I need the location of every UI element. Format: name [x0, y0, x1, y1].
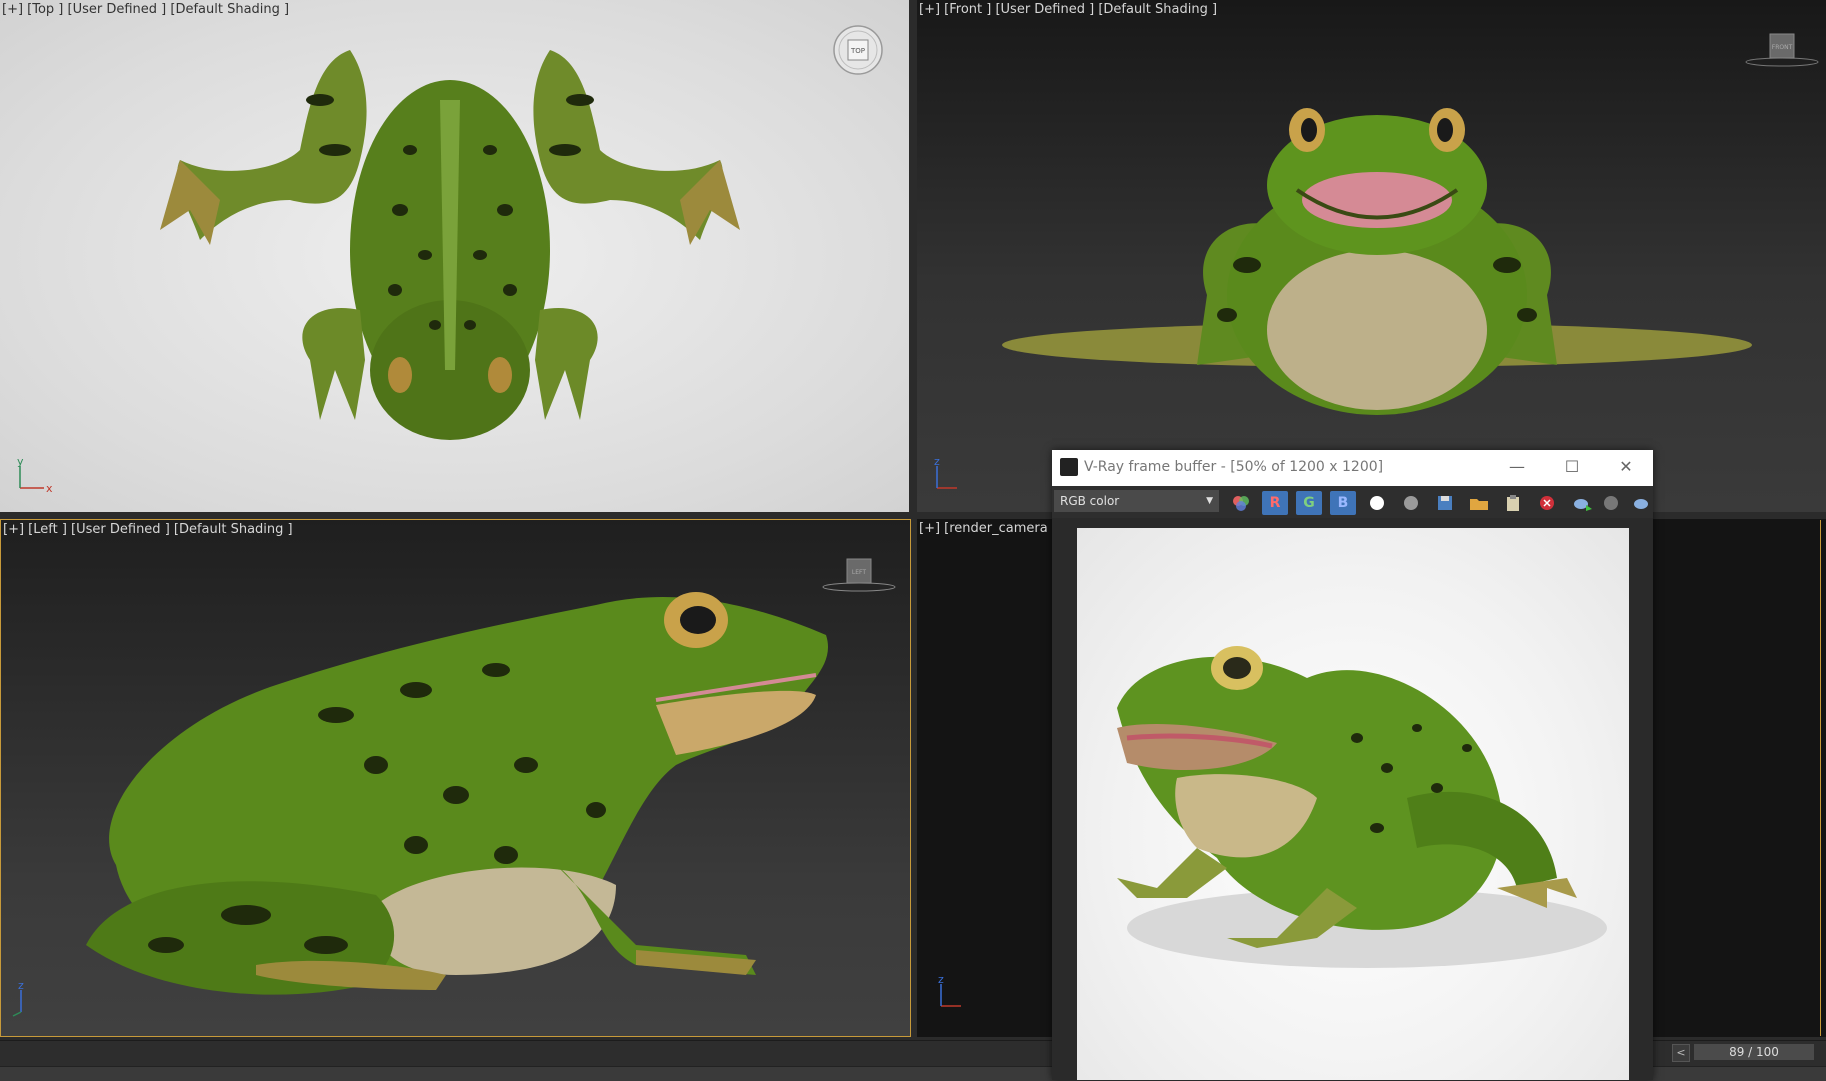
axis-z-label-camera: z: [938, 974, 944, 986]
vray-frame-buffer-window[interactable]: V-Ray frame buffer - [50% of 1200 x 1200…: [1052, 450, 1653, 1080]
region-render-icon[interactable]: [1598, 491, 1624, 515]
navcube-front-text: FRONT: [1772, 44, 1793, 51]
clipboard-icon[interactable]: [1500, 491, 1526, 515]
viewport-front[interactable]: [+] [Front ] [User Defined ] [Default Sh…: [917, 0, 1826, 512]
viewport-top[interactable]: [+] [Top ] [User Defined ] [Default Shad…: [0, 0, 909, 512]
right-panel-edge: [1820, 520, 1826, 1036]
stop-render-icon[interactable]: [1534, 491, 1560, 515]
minimize-button[interactable]: —: [1502, 456, 1532, 478]
navcube-front-icon[interactable]: FRONT: [1742, 30, 1822, 70]
frame-controls: < 89 / 100: [1652, 1040, 1826, 1064]
axis-x-label: x: [46, 482, 53, 495]
frog-side-view: [86, 592, 829, 995]
teapot-icon[interactable]: [1628, 491, 1654, 515]
frog-render-image: [1117, 646, 1607, 968]
axis-gizmo-left-icon: z: [12, 980, 24, 1017]
vray-logo-icon: [1060, 458, 1078, 476]
green-channel-button[interactable]: G: [1296, 491, 1322, 515]
frame-slider[interactable]: 89 / 100: [1694, 1044, 1814, 1060]
render-canvas[interactable]: [1077, 528, 1629, 1080]
channel-select[interactable]: RGB color ▼: [1054, 490, 1219, 512]
red-channel-button[interactable]: R: [1262, 491, 1288, 515]
viewport-label-camera[interactable]: [+] [render_camera ] [: [919, 521, 1066, 536]
render-teapot-icon[interactable]: [1568, 491, 1594, 515]
axis-z-label-front: z: [934, 456, 940, 468]
vfb-title: V-Ray frame buffer - [50% of 1200 x 1200…: [1084, 459, 1384, 475]
blue-channel-button[interactable]: B: [1330, 491, 1356, 515]
save-image-icon[interactable]: [1432, 491, 1458, 515]
axis-gizmo-icon: x y: [17, 456, 53, 495]
alpha-white-icon[interactable]: [1364, 491, 1390, 515]
open-folder-icon[interactable]: [1466, 491, 1492, 515]
monochrome-icon[interactable]: [1398, 491, 1424, 515]
viewport-label-front[interactable]: [+] [Front ] [User Defined ] [Default Sh…: [919, 2, 1217, 17]
chevron-down-icon: ▼: [1206, 496, 1213, 506]
axis-gizmo-camera-icon: z: [938, 974, 961, 1007]
navcube-left-text: LEFT: [852, 569, 866, 576]
viewport-label-top[interactable]: [+] [Top ] [User Defined ] [Default Shad…: [2, 2, 289, 17]
close-button[interactable]: ✕: [1611, 456, 1641, 478]
frog-front-view: [1002, 108, 1752, 415]
color-mode-icon[interactable]: [1228, 491, 1254, 515]
navcube-top-text: TOP: [850, 47, 865, 55]
vfb-titlebar[interactable]: V-Ray frame buffer - [50% of 1200 x 1200…: [1052, 450, 1653, 486]
frog-top-view: [160, 50, 740, 440]
navcube-top-icon[interactable]: TOP: [830, 22, 886, 78]
prev-frame-button[interactable]: <: [1672, 1044, 1690, 1062]
axis-y-label: y: [17, 456, 24, 468]
viewport-left[interactable]: [+] [Left ] [User Defined ] [Default Sha…: [0, 519, 911, 1037]
vfb-toolbar: RGB color ▼ R G B: [1052, 486, 1653, 518]
channel-select-value: RGB color: [1060, 494, 1120, 508]
axis-gizmo-front-icon: z: [934, 456, 957, 489]
viewport-label-left[interactable]: [+] [Left ] [User Defined ] [Default Sha…: [3, 522, 293, 537]
axis-z-label-left: z: [18, 980, 24, 992]
maximize-button[interactable]: ☐: [1557, 456, 1587, 478]
